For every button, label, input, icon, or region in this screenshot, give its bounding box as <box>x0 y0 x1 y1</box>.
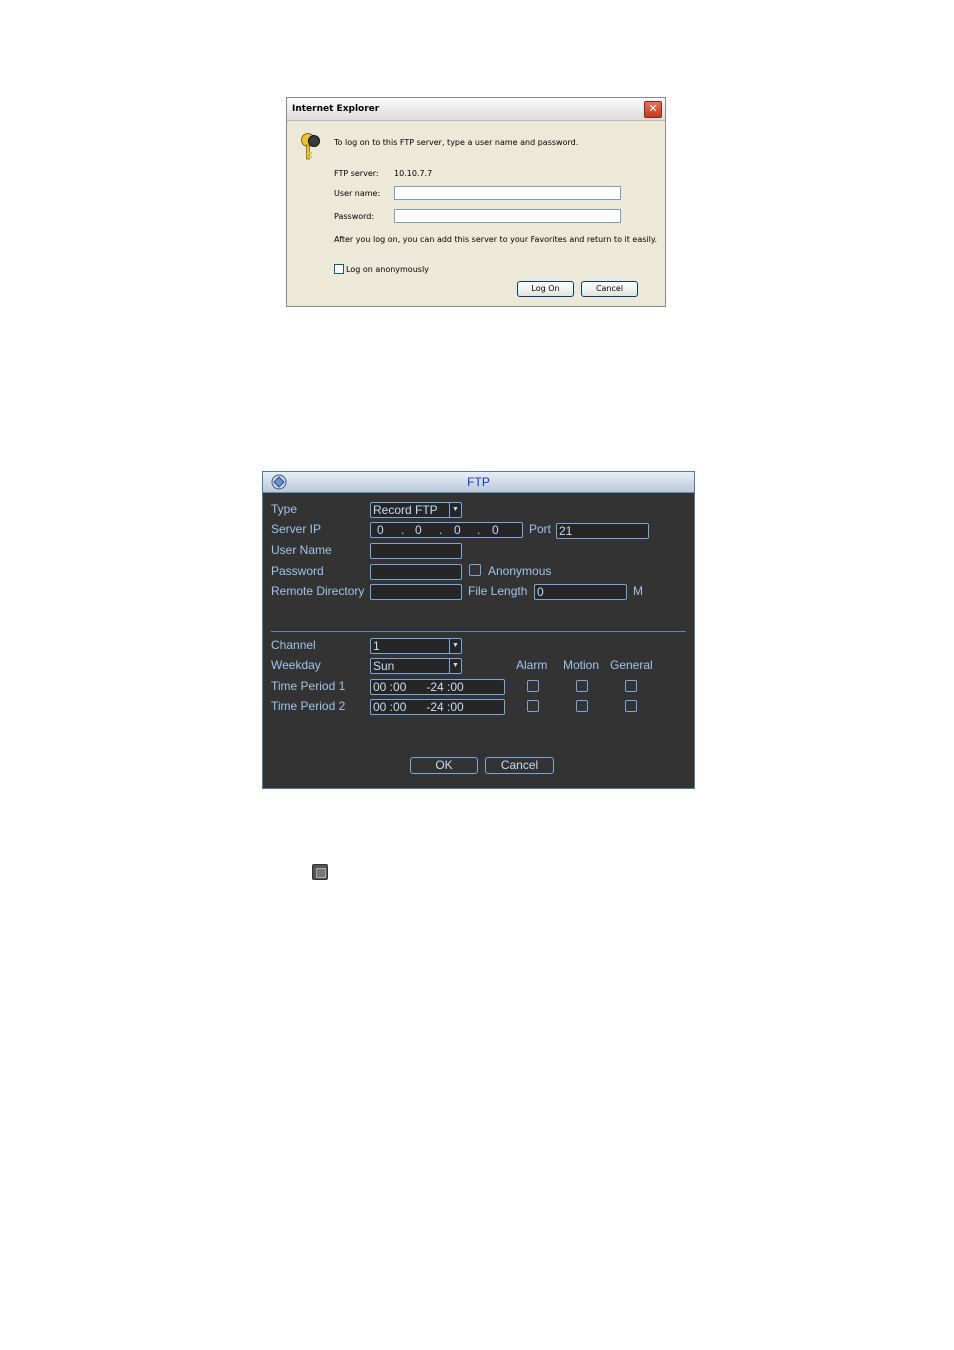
period2-alarm-checkbox[interactable] <box>527 700 539 712</box>
ie-logon-dialog: Internet Explorer ✕ To log on to this FT… <box>286 97 666 307</box>
server-ip-input[interactable]: 0 . 0 . 0 . 0 <box>370 522 523 538</box>
close-icon[interactable]: ✕ <box>644 101 662 118</box>
time-period-1-input[interactable]: 00 :00 -24 :00 <box>370 679 505 695</box>
port-input[interactable]: 21 <box>556 523 649 539</box>
ie-title: Internet Explorer <box>292 104 380 114</box>
anonymous-label: Log on anonymously <box>346 265 429 274</box>
ip-dot: . <box>439 523 443 537</box>
ie-info-text: After you log on, you can add this serve… <box>334 235 657 244</box>
username-input[interactable] <box>370 543 462 559</box>
ip-dot: . <box>477 523 481 537</box>
ip-octet-4: 0 <box>492 523 499 537</box>
password-input[interactable] <box>370 564 462 580</box>
ip-dot: . <box>401 523 405 537</box>
time-period-2-input[interactable]: 00 :00 -24 :00 <box>370 699 505 715</box>
period2-motion-checkbox[interactable] <box>576 700 588 712</box>
username-label: User Name <box>271 543 332 557</box>
ftp-server-label: FTP server: <box>334 169 379 178</box>
column-motion: Motion <box>563 658 600 672</box>
channel-label: Channel <box>271 638 316 652</box>
file-length-label: File Length <box>468 584 528 598</box>
server-ip-label: Server IP <box>271 522 322 536</box>
ip-octet-1: 0 <box>377 523 384 537</box>
checkbox-icon <box>312 864 328 880</box>
remote-directory-input[interactable] <box>370 584 462 600</box>
port-label: Port <box>529 522 552 536</box>
column-general: General <box>610 658 653 672</box>
ftp-title: FTP <box>467 475 490 489</box>
section-divider <box>271 631 686 632</box>
logon-button[interactable]: Log On <box>517 281 574 297</box>
anonymous-label: Anonymous <box>488 564 552 578</box>
ok-button[interactable]: OK <box>410 757 478 774</box>
file-length-unit: M <box>633 584 643 598</box>
time-period-2-label: Time Period 2 <box>271 699 346 713</box>
type-value: Record FTP <box>373 503 438 517</box>
file-length-input[interactable]: 0 <box>534 584 627 600</box>
period1-general-checkbox[interactable] <box>625 680 637 692</box>
chevron-down-icon: ▼ <box>449 659 461 673</box>
ie-prompt-text: To log on to this FTP server, type a use… <box>334 138 579 147</box>
anonymous-checkbox[interactable] <box>334 264 344 274</box>
period1-alarm-checkbox[interactable] <box>527 680 539 692</box>
weekday-label: Weekday <box>271 658 321 672</box>
ie-titlebar: Internet Explorer ✕ <box>287 98 665 121</box>
period2-general-checkbox[interactable] <box>625 700 637 712</box>
password-label: Password: <box>334 212 375 221</box>
type-label: Type <box>271 502 298 516</box>
column-alarm: Alarm <box>516 658 548 672</box>
anonymous-checkbox[interactable] <box>469 564 481 576</box>
weekday-value: Sun <box>373 659 395 673</box>
ftp-settings-panel: FTP Type Record FTP ▼ Server IP 0 . 0 . … <box>262 471 695 789</box>
ftp-titlebar: FTP <box>263 472 694 493</box>
ip-octet-2: 0 <box>415 523 422 537</box>
type-select[interactable]: Record FTP ▼ <box>370 502 462 518</box>
key-icon <box>301 133 320 160</box>
ftp-server-value: 10.10.7.7 <box>394 169 433 178</box>
chevron-down-icon: ▼ <box>449 639 461 653</box>
remote-directory-label: Remote Directory <box>271 584 365 598</box>
time-period-1-label: Time Period 1 <box>271 679 346 693</box>
password-label: Password <box>271 564 324 578</box>
username-field[interactable] <box>394 186 621 200</box>
password-field[interactable] <box>394 209 621 223</box>
weekday-select[interactable]: Sun ▼ <box>370 658 462 674</box>
chevron-down-icon: ▼ <box>449 503 461 517</box>
period1-motion-checkbox[interactable] <box>576 680 588 692</box>
ip-octet-3: 0 <box>454 523 461 537</box>
cancel-button[interactable]: Cancel <box>485 757 554 774</box>
cancel-button[interactable]: Cancel <box>581 281 638 297</box>
channel-select[interactable]: 1 ▼ <box>370 638 462 654</box>
channel-value: 1 <box>373 639 380 653</box>
username-label: User name: <box>334 189 381 198</box>
